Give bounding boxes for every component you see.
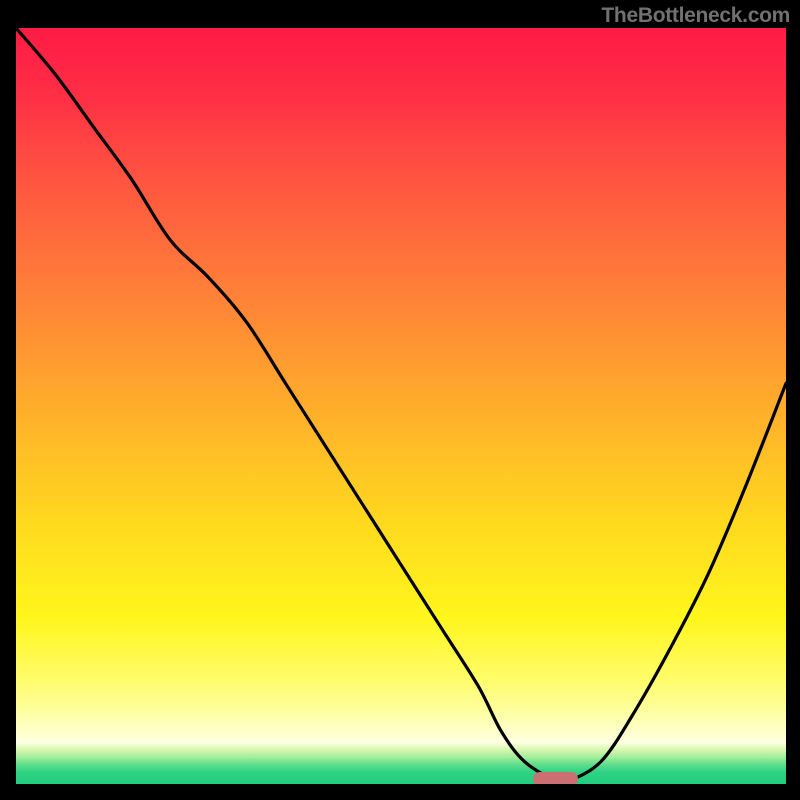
- watermark-text: TheBottleneck.com: [601, 4, 790, 28]
- optimal-marker: [533, 772, 578, 784]
- chart-frame: TheBottleneck.com: [0, 0, 800, 800]
- gradient-rect: [16, 28, 786, 784]
- plot-area: [16, 28, 786, 784]
- chart-svg: [16, 28, 786, 784]
